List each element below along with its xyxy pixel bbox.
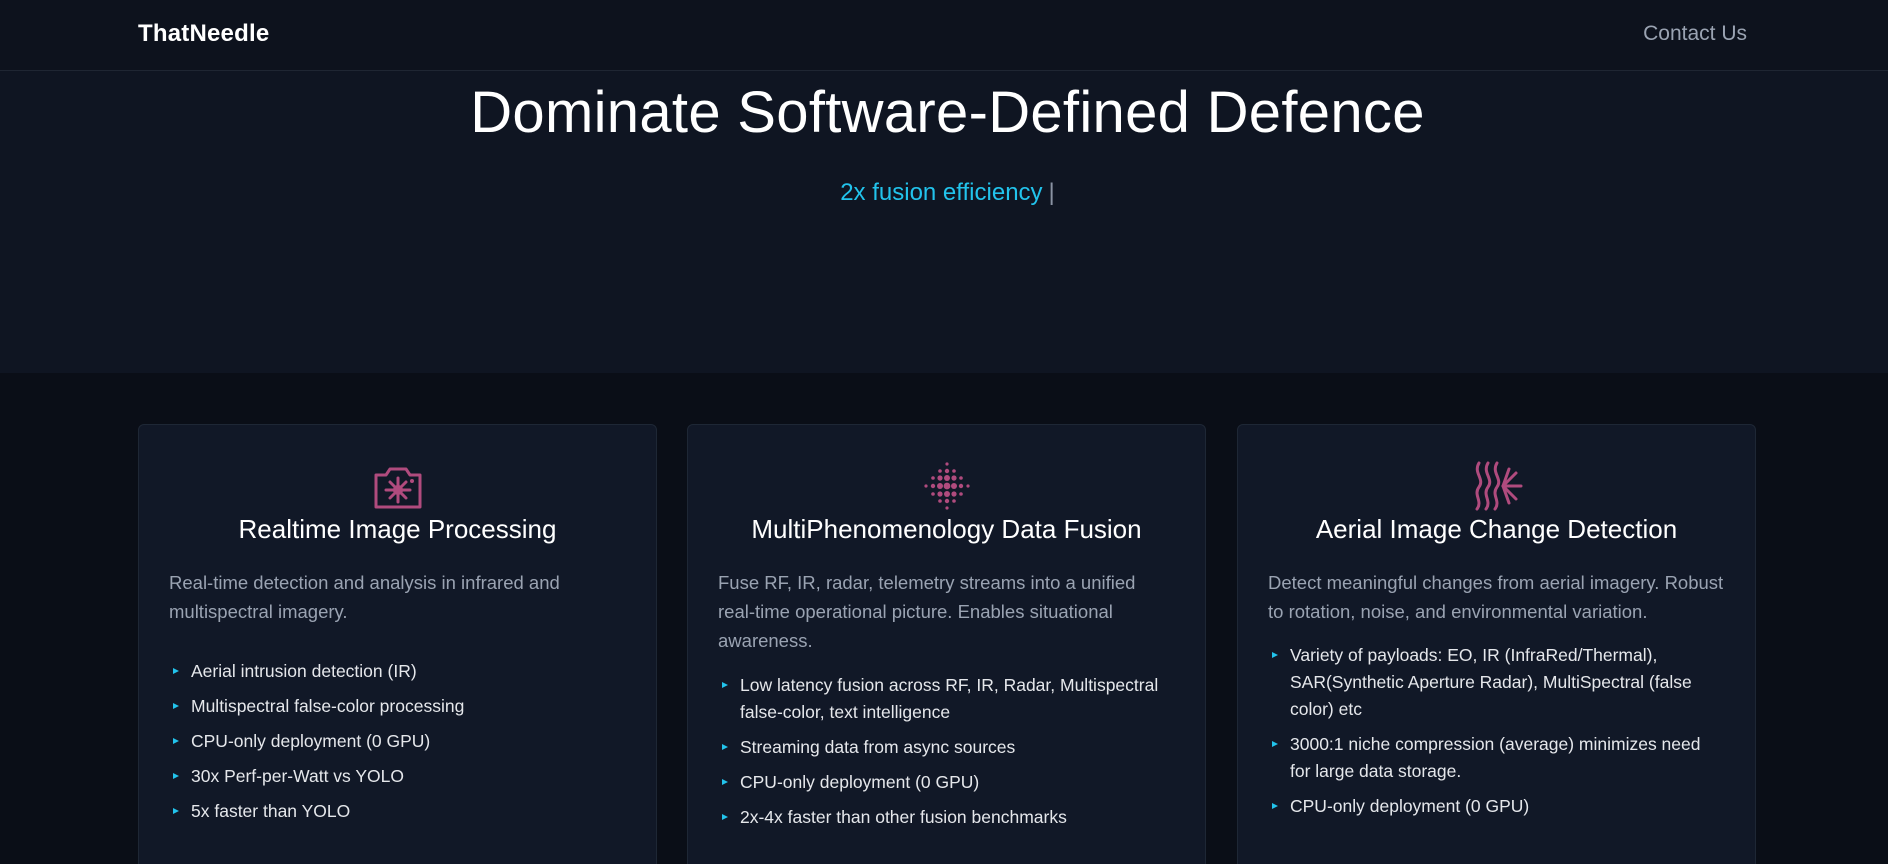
card-title: Realtime Image Processing bbox=[238, 514, 557, 544]
bullet-item: 5x faster than YOLO bbox=[169, 798, 626, 825]
card-bullet-list: Aerial intrusion detection (IR) Multispe… bbox=[169, 658, 626, 833]
bullet-item: CPU-only deployment (0 GPU) bbox=[169, 728, 626, 755]
card-bullet-list: Variety of payloads: EO, IR (InfraRed/Th… bbox=[1268, 642, 1725, 828]
card-description: Detect meaningful changes from aerial im… bbox=[1268, 572, 1724, 622]
waves-burst-icon bbox=[1475, 461, 1522, 511]
bullet-item: Variety of payloads: EO, IR (InfraRed/Th… bbox=[1268, 642, 1725, 723]
bullet-item: 2x-4x faster than other fusion benchmark… bbox=[718, 804, 1175, 831]
dot-grid-icon bbox=[923, 462, 970, 510]
feature-card-data-fusion: MultiPhenomenology Data Fusion Fuse RF, … bbox=[687, 424, 1206, 864]
bullet-item: Low latency fusion across RF, IR, Radar,… bbox=[718, 672, 1175, 726]
card-description: Fuse RF, IR, radar, telemetry streams in… bbox=[718, 572, 1136, 651]
typed-text: 2x fusion efficiency bbox=[840, 179, 1043, 206]
card-title: Aerial Image Change Detection bbox=[1315, 514, 1678, 544]
feature-card-change-detection: Aerial Image Change Detection Detect mea… bbox=[1237, 424, 1756, 864]
bullet-item: CPU-only deployment (0 GPU) bbox=[718, 769, 1175, 796]
typing-cursor: | bbox=[1048, 179, 1055, 206]
bullet-item: 3000:1 niche compression (average) minim… bbox=[1268, 731, 1725, 785]
contact-us-link[interactable]: Contact Us bbox=[1643, 22, 1747, 46]
card-description: Real-time detection and analysis in infr… bbox=[169, 572, 560, 622]
camera-burst-icon bbox=[374, 467, 421, 509]
bullet-item: Multispectral false-color processing bbox=[169, 693, 626, 720]
features-section: Realtime Image Processing Real-time dete… bbox=[0, 373, 1888, 864]
hero-title: Dominate Software-Defined Defence bbox=[470, 80, 1425, 145]
bullet-item: CPU-only deployment (0 GPU) bbox=[1268, 793, 1725, 820]
bullet-item: 30x Perf-per-Watt vs YOLO bbox=[169, 763, 626, 790]
site-header: ThatNeedle Contact Us bbox=[0, 0, 1888, 71]
feature-card-image-processing: Realtime Image Processing Real-time dete… bbox=[138, 424, 657, 864]
card-bullet-list: Low latency fusion across RF, IR, Radar,… bbox=[718, 672, 1175, 839]
card-title: MultiPhenomenology Data Fusion bbox=[751, 514, 1142, 544]
hero-typed-subtitle: 2x fusion efficiency | bbox=[0, 179, 1888, 207]
bullet-item: Aerial intrusion detection (IR) bbox=[169, 658, 626, 685]
brand-logo[interactable]: ThatNeedle bbox=[138, 20, 269, 48]
bullet-item: Streaming data from async sources bbox=[718, 734, 1175, 761]
hero-section: Dominate Software-Defined Defence 2x fus… bbox=[0, 71, 1888, 373]
